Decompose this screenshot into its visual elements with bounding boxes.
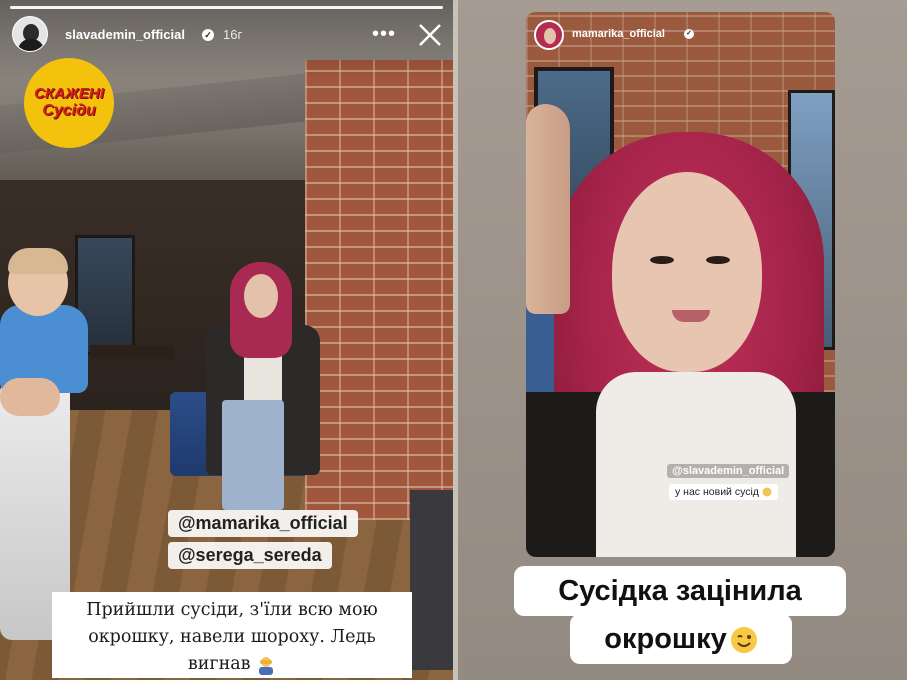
inner-caption-text: у нас новий сусід: [675, 486, 759, 498]
big-caption-line-2-text: окрошку: [604, 623, 727, 655]
left-eye: [650, 256, 674, 264]
caption-line-2: окрошку, навели шороху. Ледь: [88, 627, 376, 647]
mention-tag-mamarika[interactable]: @mamarika_official: [168, 510, 358, 537]
story-time: 16г: [223, 27, 243, 42]
card-avatar-face: [544, 28, 556, 44]
dark-rug: [410, 490, 453, 670]
card-profile-avatar[interactable]: [534, 20, 564, 50]
mouth: [672, 310, 710, 322]
raised-hand: [526, 104, 570, 314]
verified-badge-icon: ✓: [202, 29, 214, 41]
story-caption-box: Прийшли сусіди, з'їли всю мою окрошку, н…: [52, 592, 412, 678]
avatar-body: [18, 39, 44, 51]
close-icon[interactable]: [416, 21, 444, 49]
baby-hair: [8, 248, 68, 274]
card-username[interactable]: mamarika_official: [572, 28, 665, 40]
mention-tag-serega[interactable]: @serega_sereda: [168, 542, 332, 569]
story-username[interactable]: slavademin_official: [65, 27, 185, 42]
caption-line-3: вигнав: [60, 651, 404, 678]
inner-caption: у нас новий сусід: [669, 484, 778, 500]
woman-face: [244, 274, 278, 318]
big-caption-line-2: окрошку: [570, 614, 792, 664]
hand-emoji: [762, 487, 772, 497]
adult-arm: [0, 378, 60, 416]
man-facepalm-emoji: [259, 656, 274, 675]
big-caption-line-1: Сусідка зацінила: [514, 566, 846, 616]
sticker-line-2: Сусіди: [42, 102, 96, 119]
profile-avatar[interactable]: [12, 16, 48, 52]
sticker-line-1: СКАЖЕНІ: [34, 85, 104, 102]
winking-face-emoji: [730, 627, 757, 654]
right-eye: [706, 256, 730, 264]
caption-line-1: Прийшли сусіди, з'їли всю мою: [86, 600, 378, 620]
more-options-icon[interactable]: •••: [372, 22, 396, 46]
mention-slavademin[interactable]: @slavademin_official: [667, 464, 790, 478]
story-progress-bar: [10, 6, 443, 9]
woman-jeans: [222, 400, 284, 510]
right-story-card[interactable]: mamarika_official ✓ @slavademin_official…: [526, 12, 835, 557]
caption-line-3-text: вигнав: [187, 654, 251, 674]
dining-table: [90, 345, 175, 359]
show-logo-sticker[interactable]: СКАЖЕНІ Сусіди: [24, 58, 114, 148]
left-story[interactable]: slavademin_official ✓ 16г ••• СКАЖЕНІ Су…: [0, 0, 453, 680]
verified-badge-icon: ✓: [684, 29, 694, 39]
brick-wall: [305, 60, 453, 520]
woman-face: [612, 172, 762, 372]
